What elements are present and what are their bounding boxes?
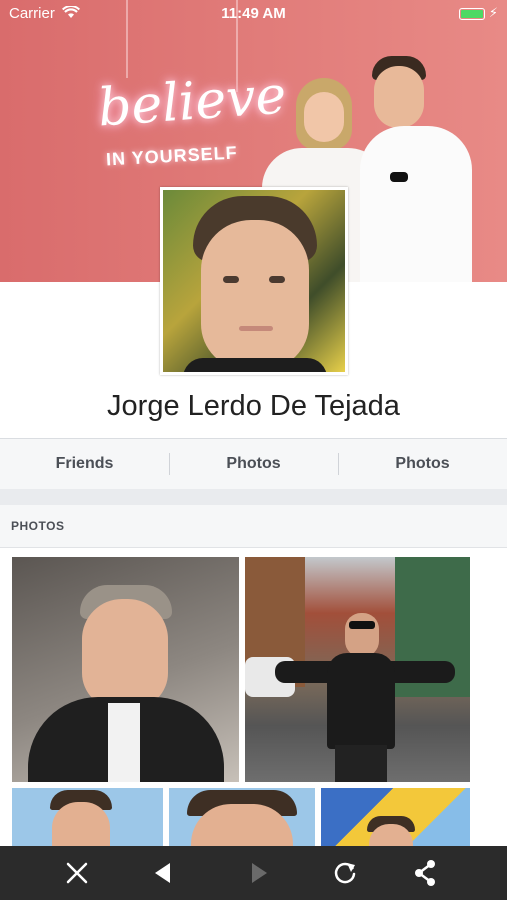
photo-thumbnail[interactable] [245, 557, 470, 782]
forward-icon[interactable] [242, 856, 276, 890]
tab-friends[interactable]: Friends [0, 439, 169, 489]
cover-person-man [360, 56, 472, 282]
profile-name: Jorge Lerdo De Tejada [107, 390, 400, 422]
share-icon[interactable] [408, 856, 442, 890]
photo-thumbnail[interactable] [12, 788, 163, 846]
neon-sign-in-yourself: IN YOURSELF [105, 142, 239, 170]
photo-thumbnail[interactable] [12, 557, 239, 782]
photo-thumbnail[interactable] [169, 788, 315, 846]
tab-photos-2[interactable]: Photos [338, 439, 507, 489]
charging-icon: ⚡ [488, 5, 498, 20]
browser-toolbar [0, 846, 507, 900]
close-icon[interactable] [60, 856, 94, 890]
profile-avatar[interactable] [160, 187, 348, 375]
photos-section-header: PHOTOS [0, 505, 507, 548]
status-time: 11:49 AM [221, 5, 286, 22]
neon-sign-believe: believe [96, 65, 289, 139]
tab-photos[interactable]: Photos [169, 439, 338, 489]
photo-thumbnail[interactable] [321, 788, 470, 846]
battery-icon [459, 8, 485, 20]
back-icon[interactable] [146, 856, 180, 890]
photos-section-title: PHOTOS [11, 519, 65, 533]
section-divider [0, 489, 507, 505]
reload-icon[interactable] [328, 856, 362, 890]
profile-tabs: Friends Photos Photos [0, 438, 507, 490]
status-bar: Carrier 11:49 AM ⚡ [0, 0, 507, 28]
